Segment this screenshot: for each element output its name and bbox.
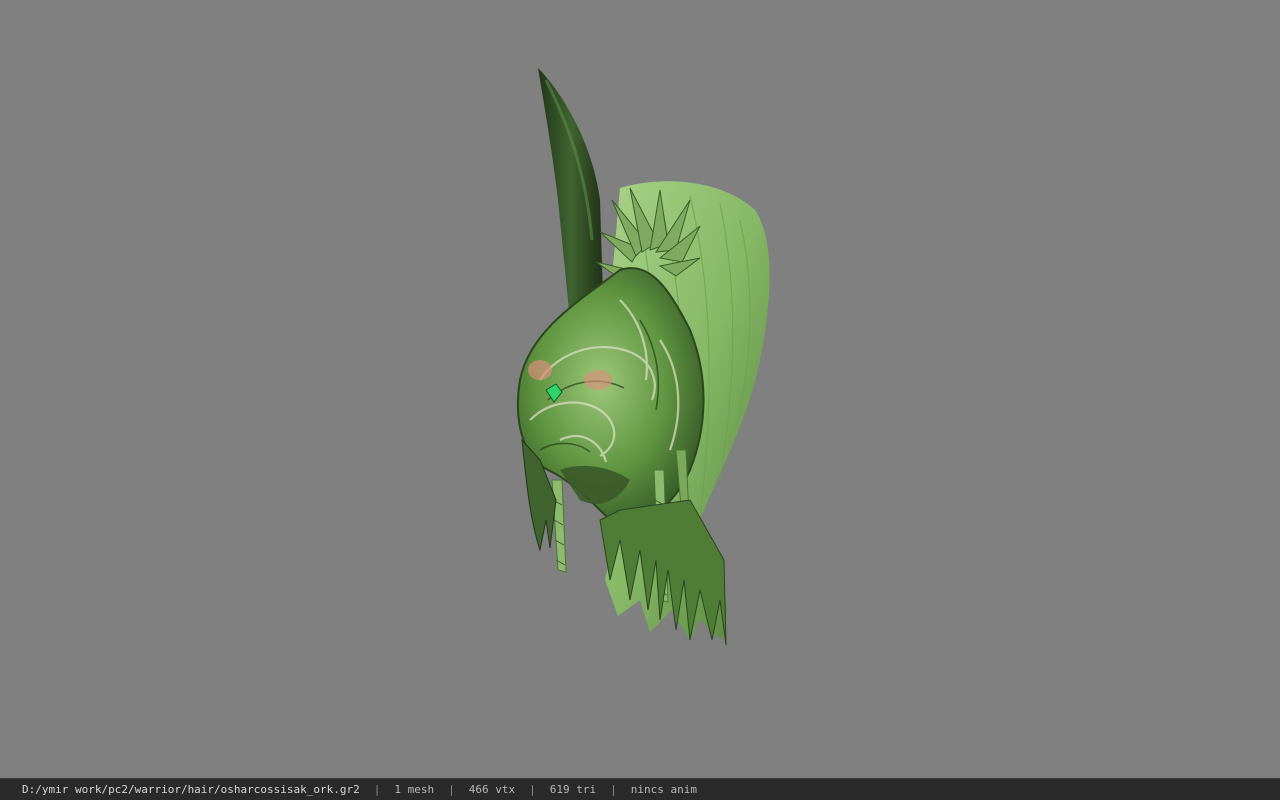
status-separator: |	[529, 783, 536, 796]
animation-status-label: nincs anim	[630, 783, 697, 796]
status-separator: |	[373, 783, 381, 796]
mesh-count-label: 1 mesh	[394, 783, 435, 796]
vertex-count-label: 466 vtx	[468, 783, 516, 796]
3d-viewport[interactable]	[0, 0, 1280, 778]
model-viewer-window: D:/ymir work/pc2/warrior/hair/osharcossi…	[0, 0, 1280, 800]
status-bar: D:/ymir work/pc2/warrior/hair/osharcossi…	[0, 778, 1280, 800]
status-separator: |	[610, 783, 617, 796]
file-path-label: D:/ymir work/pc2/warrior/hair/osharcossi…	[22, 783, 360, 796]
status-separator: |	[448, 783, 455, 796]
green-helmet-hair-model-icon	[516, 68, 770, 646]
triangle-count-label: 619 tri	[549, 783, 597, 796]
